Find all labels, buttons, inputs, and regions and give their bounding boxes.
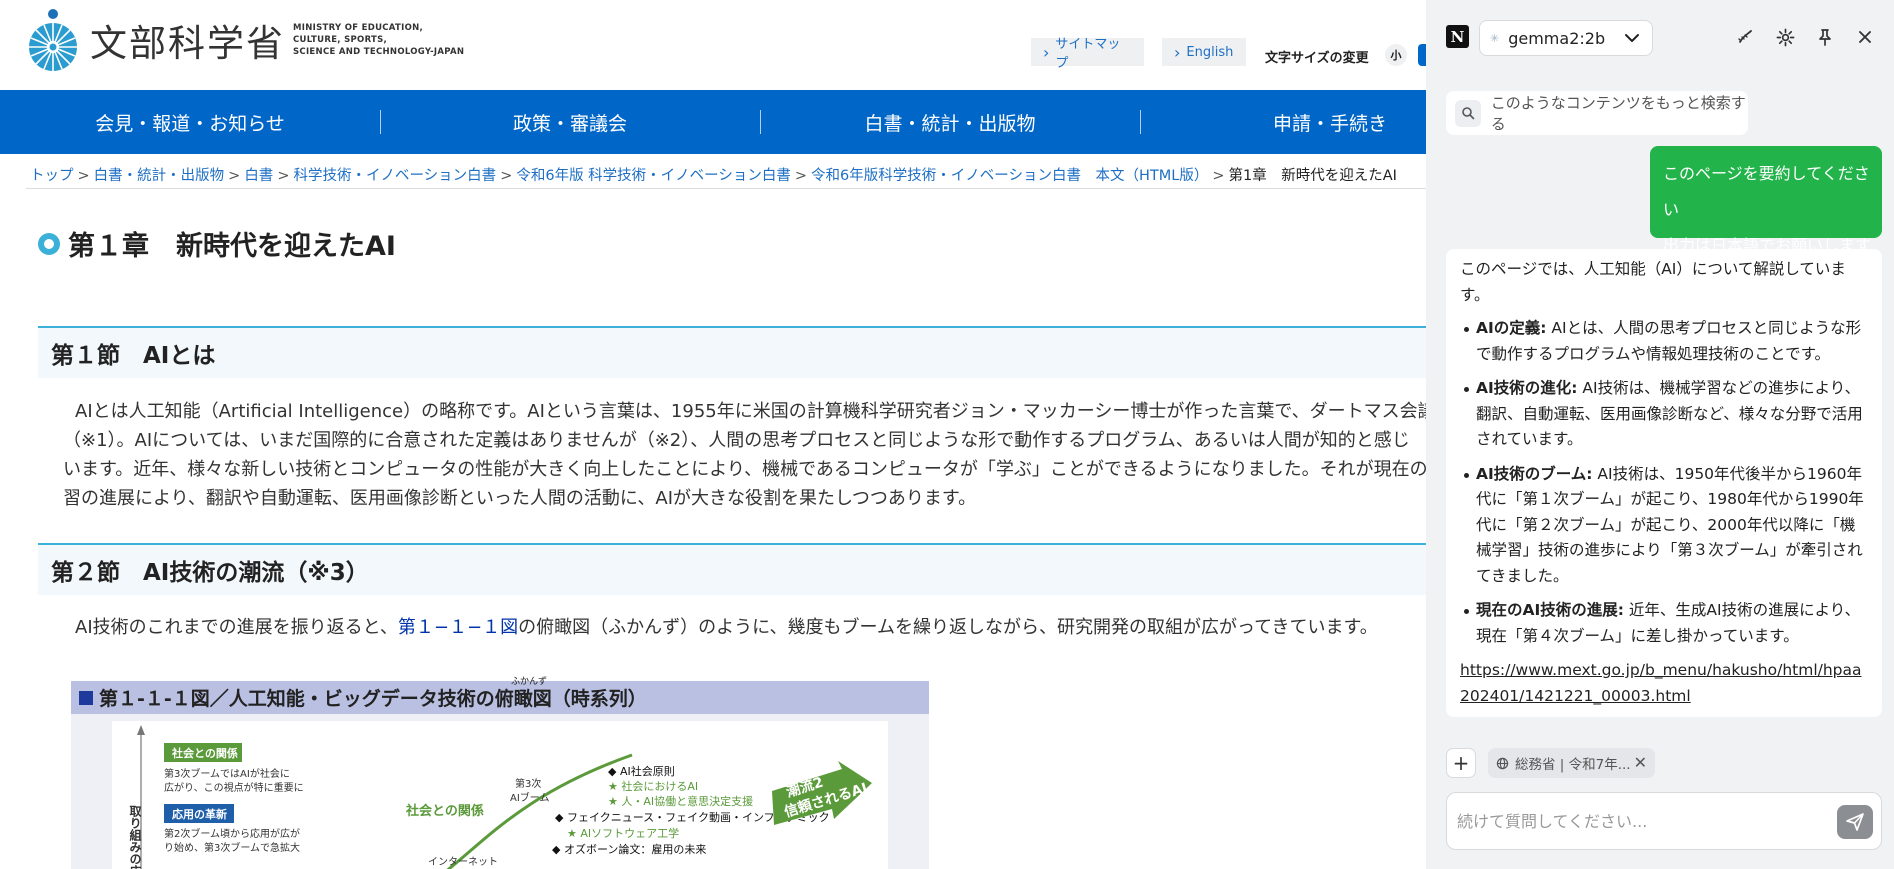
add-context-button[interactable]: + bbox=[1446, 748, 1476, 778]
sidebar-header: N ✳ gemma2:2b bbox=[1426, 0, 1894, 76]
pin-icon[interactable] bbox=[1814, 26, 1836, 48]
svg-text:インターネット: インターネット bbox=[428, 856, 498, 868]
box1-title: 社会との関係 bbox=[171, 746, 238, 760]
source-link[interactable]: https://www.mext.go.jp/b_menu/hakusho/ht… bbox=[1460, 658, 1868, 709]
para-line: 習の進展により、翻訳や自動運転、医用画像診断といった人間の活動に、AIが大きな役… bbox=[63, 488, 977, 509]
nav-publications[interactable]: 白書・統計・出版物 bbox=[760, 90, 1140, 154]
nav-press[interactable]: 会見・報道・お知らせ bbox=[0, 90, 380, 154]
close-icon[interactable] bbox=[1854, 26, 1876, 48]
breadcrumb-publications[interactable]: 白書・統計・出版物 bbox=[94, 168, 225, 184]
user-message: このページを要約してください 出力は日本語でお願いします bbox=[1650, 146, 1882, 255]
mext-page: 文部科学省 MINISTRY OF EDUCATION, CULTURE, SP… bbox=[0, 0, 1426, 869]
breadcrumb-r6-html[interactable]: 令和6年版科学技術・イノベーション白書 本文（HTML版） bbox=[811, 168, 1208, 184]
section1-paragraph: AIとは人工知能（Artificial Intelligence）の略称です。A… bbox=[63, 397, 1426, 513]
search-icon bbox=[1455, 99, 1481, 127]
brush-icon[interactable] bbox=[1734, 26, 1756, 48]
figure-title: 第１-１-１図／人工知能・ビッグデータ技術の俯瞰図（時系列） ふかんず bbox=[71, 677, 929, 714]
send-button[interactable] bbox=[1837, 805, 1873, 839]
english-link[interactable]: English bbox=[1162, 38, 1246, 66]
assistant-answer: このページでは、人工知能（AI）について解説しています。 AIの定義: AIとは… bbox=[1446, 249, 1882, 717]
list-item: AI技術の進化: AI技術は、機械学習などの進歩により、翻訳、自動運転、医用画像… bbox=[1464, 376, 1868, 453]
chat-input[interactable] bbox=[1457, 807, 1827, 835]
chevron-down-icon bbox=[1624, 30, 1640, 50]
chapter-title: 第１章 新時代を迎えたAI bbox=[38, 224, 396, 263]
section2-paragraph: AI技術のこれまでの進展を振り返ると、第１−１−１図の俯瞰図（ふかんず）のように… bbox=[75, 617, 1378, 638]
figure-ruby: ふかんず bbox=[511, 677, 548, 687]
divider bbox=[26, 188, 1426, 189]
section2-heading: 第２節 AI技術の潮流（※3） bbox=[38, 543, 1426, 595]
gear-icon[interactable] bbox=[1774, 26, 1796, 48]
para-line: （※1）。AIについては、いまだ国際的に合意された定義はありませんが（※2）、人… bbox=[63, 430, 1410, 451]
model-select[interactable]: ✳ gemma2:2b bbox=[1479, 20, 1653, 56]
answer-intro: このページでは、人工知能（AI）について解説しています。 bbox=[1460, 260, 1846, 304]
breadcrumb: トップ > 白書・統計・出版物 > 白書 > 科学技術・イノベーション白書 > 令和6年版 科学… bbox=[30, 168, 1397, 184]
section1-heading: 第１節 AIとは bbox=[38, 326, 1426, 378]
figure-link[interactable]: 第１−１−１図 bbox=[398, 617, 518, 638]
context-chip-label: 総務省 | 令和7年... bbox=[1515, 757, 1631, 773]
svg-text:り始め、第3次ブームで急拡大: り始め、第3次ブームで急拡大 bbox=[164, 841, 300, 854]
figure-image: 取り組みの広 社会との関係 第3次ブームではAIが社会に 広がり、この視点が特に… bbox=[112, 721, 888, 869]
breadcrumb-whitepaper[interactable]: 白書 bbox=[244, 168, 273, 184]
model-status-icon: ✳ bbox=[1490, 31, 1500, 45]
list-item: 現在のAI技術の進展: 近年、生成AI技術の進展により、現在「第４次ブーム」に差… bbox=[1464, 598, 1868, 649]
box2-title: 応用の革新 bbox=[172, 807, 227, 821]
list-item: AIの定義: AIとは、人間の思考プロセスと同じような形で動作するプログラムや情… bbox=[1464, 316, 1868, 367]
nav-policy[interactable]: 政策・審議会 bbox=[380, 90, 760, 154]
chapter-bullet-icon bbox=[38, 232, 60, 255]
answer-list: AIの定義: AIとは、人間の思考プロセスと同じような形で動作するプログラムや情… bbox=[1460, 316, 1868, 649]
list-item: AI技術のブーム: AI技術は、1950年代後半から1960年代に「第１次ブーム… bbox=[1464, 462, 1868, 590]
mext-logo[interactable]: 文部科学省 MINISTRY OF EDUCATION, CULTURE, SP… bbox=[26, 7, 464, 73]
chat-input-box bbox=[1446, 792, 1882, 850]
mext-emblem-icon bbox=[26, 7, 80, 73]
font-size-label: 文字サイズの変更 bbox=[1265, 51, 1369, 66]
svg-text:◆ オズボーン論文：雇用の未来: ◆ オズボーン論文：雇用の未来 bbox=[552, 842, 706, 856]
svg-text:★ 社会におけるAI: ★ 社会におけるAI bbox=[608, 779, 698, 793]
suggestion-text: このようなコンテンツをもっと検索する bbox=[1490, 94, 1746, 133]
n-logo-icon: N bbox=[1446, 25, 1469, 48]
figure-1-1-1: 第１-１-１図／人工知能・ビッグデータ技術の俯瞰図（時系列） ふかんず 取り組み… bbox=[71, 677, 929, 869]
y-axis-label: 取り組みの広 bbox=[128, 805, 142, 869]
ai-sidebar: N ✳ gemma2:2b このようなコンテンツをもっと検索する このページを要… bbox=[1426, 0, 1894, 869]
globe-icon bbox=[1496, 757, 1509, 770]
font-size-medium-button[interactable] bbox=[1418, 44, 1426, 66]
breadcrumb-sti-whitepaper[interactable]: 科学技術・イノベーション白書 bbox=[293, 168, 496, 184]
logo-english: MINISTRY OF EDUCATION, CULTURE, SPORTS, … bbox=[293, 23, 465, 57]
context-chip[interactable]: 総務省 | 令和7年... ✕ bbox=[1488, 748, 1655, 778]
site-header: 文部科学省 MINISTRY OF EDUCATION, CULTURE, SP… bbox=[0, 0, 1426, 90]
svg-text:★ 人・AI協働と意思決定支援: ★ 人・AI協働と意思決定支援 bbox=[608, 794, 753, 808]
breadcrumb-r6-whitepaper[interactable]: 令和6年版 科学技術・イノベーション白書 bbox=[516, 168, 791, 184]
logo-title: 文部科学省 bbox=[90, 22, 285, 65]
global-nav: 会見・報道・お知らせ 政策・審議会 白書・統計・出版物 申請・手続き bbox=[0, 90, 1426, 154]
svg-text:第3次ブームではAIが社会に: 第3次ブームではAIが社会に bbox=[164, 767, 290, 780]
square-bullet-icon bbox=[79, 690, 93, 705]
para-line: AIとは人工知能（Artificial Intelligence）の略称です。A… bbox=[75, 401, 1426, 422]
send-icon bbox=[1846, 813, 1864, 831]
close-icon[interactable]: ✕ bbox=[1634, 753, 1647, 772]
svg-text:AIブーム: AIブーム bbox=[510, 791, 550, 804]
curve-label: 社会との関係 bbox=[405, 803, 484, 819]
search-more-suggestion[interactable]: このようなコンテンツをもっと検索する bbox=[1446, 91, 1748, 135]
breadcrumb-current: 第1章 新時代を迎えたAI bbox=[1228, 168, 1397, 184]
model-name: gemma2:2b bbox=[1508, 28, 1606, 48]
svg-text:◆ AI社会原則: ◆ AI社会原則 bbox=[608, 764, 675, 778]
svg-text:★ AIソフトウェア工学: ★ AIソフトウェア工学 bbox=[567, 826, 679, 840]
svg-text:第3次: 第3次 bbox=[515, 777, 541, 790]
breadcrumb-top[interactable]: トップ bbox=[30, 168, 74, 184]
sitemap-link[interactable]: サイトマップ bbox=[1031, 37, 1144, 71]
para-line: います。近年、様々な新しい技術とコンピュータの性能が大きく向上したことにより、機… bbox=[63, 459, 1426, 480]
svg-text:広がり、この視点が特に重要に: 広がり、この視点が特に重要に bbox=[164, 781, 304, 794]
font-size-small-button[interactable]: 小 bbox=[1385, 44, 1407, 66]
svg-text:第2次ブーム頃から応用が広が: 第2次ブーム頃から応用が広が bbox=[164, 827, 300, 840]
nav-applications[interactable]: 申請・手続き bbox=[1140, 90, 1426, 154]
